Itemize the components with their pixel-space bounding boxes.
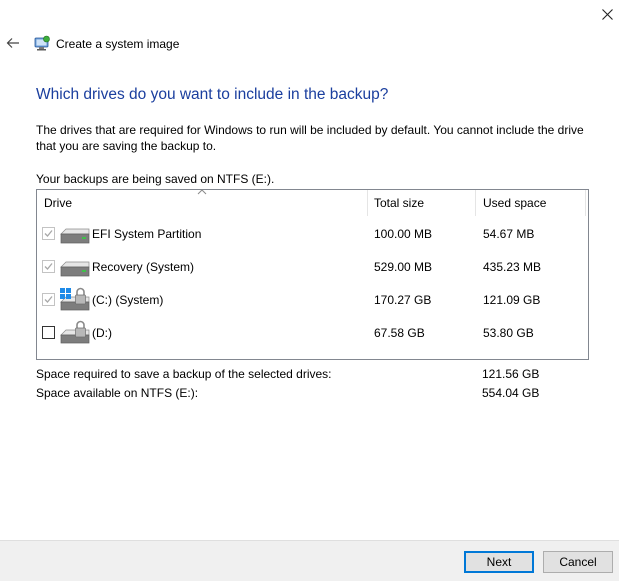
space-available-value: 554.04 GB	[482, 386, 540, 400]
drive-icon	[60, 261, 90, 277]
drive-name: (D:)	[92, 325, 112, 340]
drive-used-space: 435.23 MB	[483, 259, 542, 274]
space-required-label: Space required to save a backup of the s…	[36, 367, 332, 381]
drive-name: EFI System Partition	[92, 226, 202, 241]
column-separator[interactable]	[585, 190, 586, 216]
windows-locked-drive-icon	[60, 287, 90, 311]
page-heading: Which drives do you want to include in t…	[36, 86, 389, 103]
drive-row-c[interactable]: (C:) (System) 170.27 GB 121.09 GB	[37, 283, 588, 316]
column-header-drive[interactable]: Drive	[44, 190, 364, 216]
close-icon	[601, 8, 613, 20]
close-button[interactable]	[596, 4, 618, 24]
drive-used-space: 53.80 GB	[483, 325, 534, 340]
drive-checkbox[interactable]	[42, 326, 55, 339]
column-separator[interactable]	[475, 190, 476, 216]
column-separator[interactable]	[367, 190, 368, 216]
back-button[interactable]	[4, 34, 22, 52]
checkmark-icon	[44, 230, 53, 237]
column-header-used-space[interactable]: Used space	[483, 190, 583, 216]
checkmark-icon	[44, 296, 53, 303]
dialog-footer: Next Cancel	[0, 540, 619, 581]
checkmark-icon	[44, 263, 53, 270]
drive-used-space: 54.67 MB	[483, 226, 535, 241]
backup-app-icon	[33, 35, 50, 52]
drive-row-recovery[interactable]: Recovery (System) 529.00 MB 435.23 MB	[37, 250, 588, 283]
drive-name: Recovery (System)	[92, 259, 195, 274]
drive-list[interactable]: Drive Total size Used space EFI System P…	[36, 189, 589, 360]
locked-drive-icon	[60, 320, 90, 344]
space-required-value: 121.56 GB	[482, 367, 540, 381]
backup-destination-text: Your backups are being saved on NTFS (E:…	[36, 172, 275, 186]
drive-total-size: 67.58 GB	[374, 325, 425, 340]
drive-total-size: 100.00 MB	[374, 226, 433, 241]
drive-checkbox[interactable]	[42, 260, 55, 273]
space-available-label: Space available on NTFS (E:):	[36, 386, 199, 400]
drive-name: (C:) (System)	[92, 292, 164, 307]
drive-checkbox[interactable]	[42, 293, 55, 306]
drive-row-d[interactable]: (D:) 67.58 GB 53.80 GB	[37, 316, 588, 349]
drive-total-size: 529.00 MB	[374, 259, 433, 274]
drive-row-efi[interactable]: EFI System Partition 100.00 MB 54.67 MB	[37, 217, 588, 250]
drive-checkbox[interactable]	[42, 227, 55, 240]
back-arrow-icon	[6, 38, 19, 48]
window-title: Create a system image	[56, 37, 180, 51]
cancel-button[interactable]: Cancel	[543, 551, 613, 573]
list-header: Drive Total size Used space	[37, 190, 588, 216]
description-text: The drives that are required for Windows…	[36, 123, 584, 153]
drive-used-space: 121.09 GB	[483, 292, 541, 307]
column-header-total-size[interactable]: Total size	[374, 190, 474, 216]
drive-total-size: 170.27 GB	[374, 292, 432, 307]
drive-icon	[60, 228, 90, 244]
next-button[interactable]: Next	[464, 551, 534, 573]
